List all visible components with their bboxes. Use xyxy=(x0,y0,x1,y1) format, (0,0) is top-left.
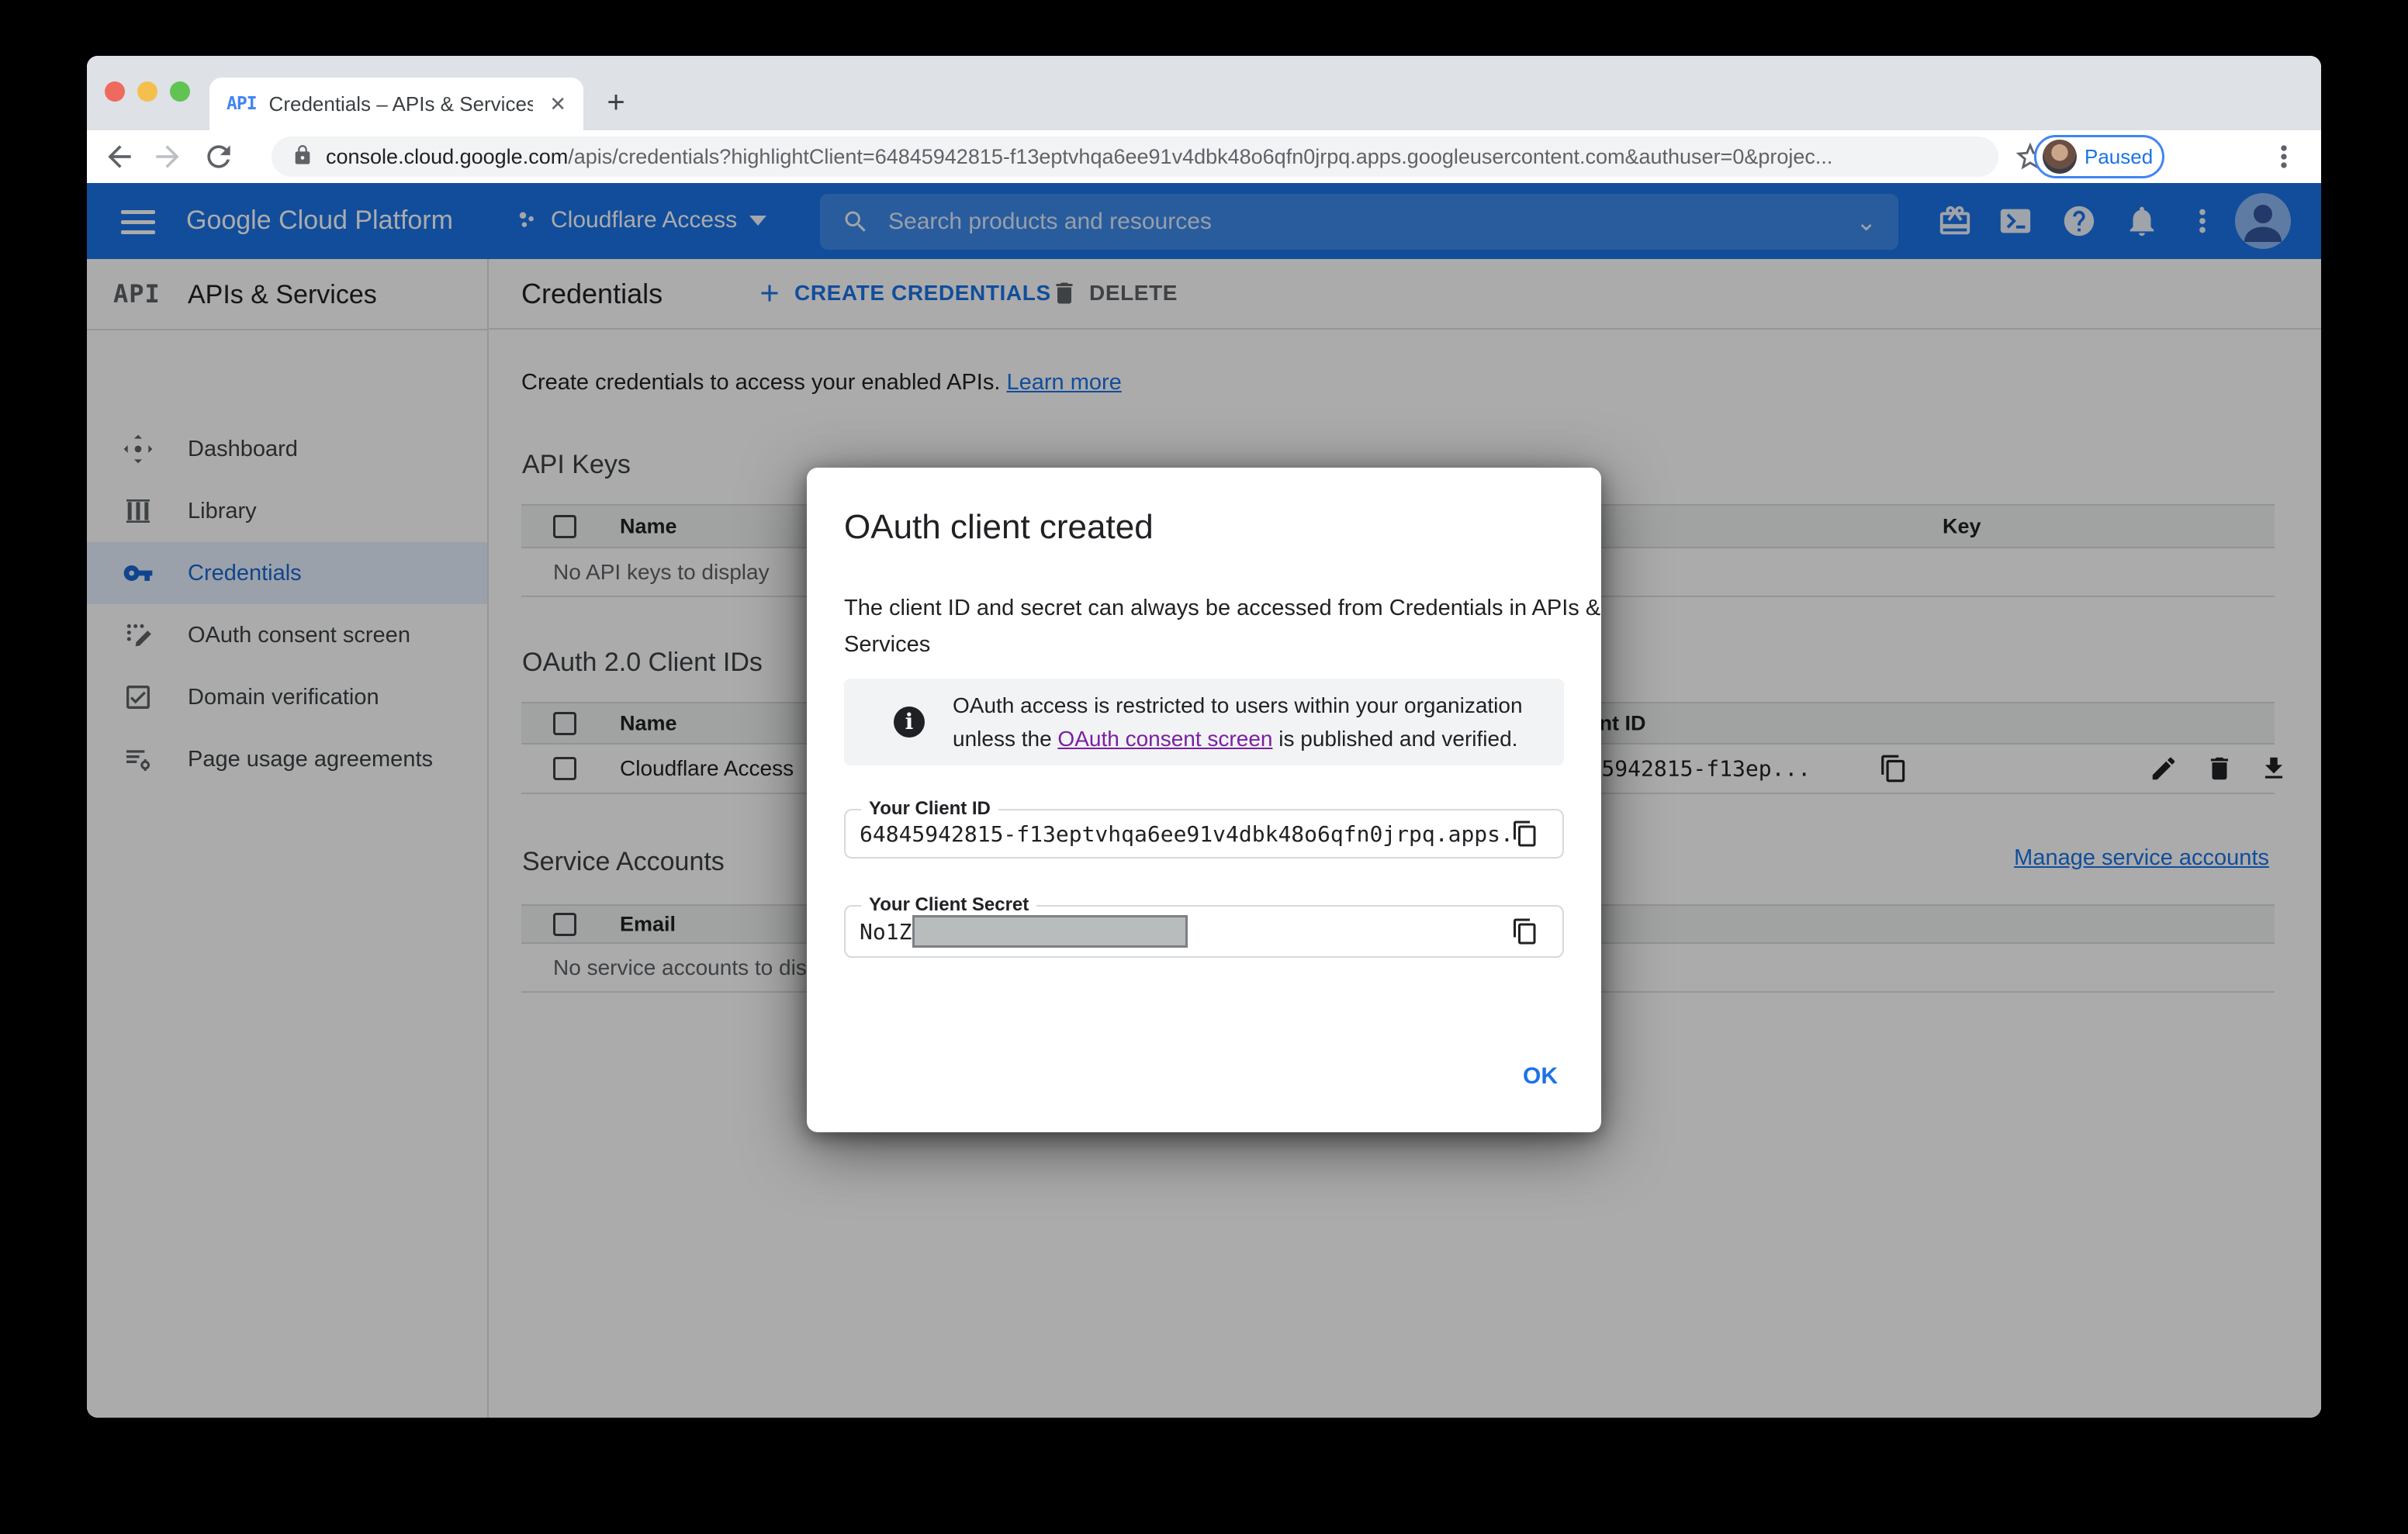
browser-toolbar: console.cloud.google.com/apis/credential… xyxy=(87,130,2321,183)
tab-title: Credentials – APIs & Services – xyxy=(268,92,533,116)
tab-favicon: API xyxy=(227,94,258,114)
ok-button[interactable]: OK xyxy=(1523,1063,1558,1090)
page-viewport: Google Cloud Platform Cloudflare Access … xyxy=(87,183,2321,1418)
copy-client-id-icon[interactable] xyxy=(1511,820,1539,848)
url-text: console.cloud.google.com/apis/credential… xyxy=(326,145,1832,169)
lock-icon xyxy=(292,144,313,170)
forward-icon[interactable] xyxy=(150,140,185,174)
dialog-body-line1: The client ID and secret can always be a… xyxy=(844,596,1601,620)
browser-menu-kebab-icon[interactable] xyxy=(2267,140,2301,174)
client-id-field[interactable]: Your Client ID 64845942815-f13eptvhqa6ee… xyxy=(844,798,1564,859)
oauth-consent-screen-link[interactable]: OAuth consent screen xyxy=(1057,727,1272,751)
info-icon: i xyxy=(894,707,925,738)
screen: API Credentials – APIs & Services – ✕ + … xyxy=(0,0,2408,1534)
notice-line2-post: is published and verified. xyxy=(1272,727,1518,751)
close-window-button[interactable] xyxy=(105,81,125,102)
url-path: /apis/credentials?highlightClient=648459… xyxy=(568,144,1833,168)
copy-client-secret-icon[interactable] xyxy=(1511,917,1539,945)
tab-strip: API Credentials – APIs & Services – ✕ + xyxy=(87,56,2321,130)
notice-line1: OAuth access is restricted to users with… xyxy=(953,693,1523,717)
url-domain: console.cloud.google.com xyxy=(326,144,569,168)
client-secret-field[interactable]: Your Client Secret No1Z3 xyxy=(844,894,1564,958)
new-tab-button[interactable]: + xyxy=(599,87,633,121)
redaction-box xyxy=(912,915,1188,948)
client-id-value: 64845942815-f13eptvhqa6ee91v4dbk48o6qfn0… xyxy=(860,821,1511,847)
back-icon[interactable] xyxy=(102,140,137,174)
minimize-window-button[interactable] xyxy=(137,81,157,102)
profile-chip-label: Paused xyxy=(2085,144,2154,168)
refresh-icon[interactable] xyxy=(202,140,236,174)
oauth-client-created-dialog: OAuth client created The client ID and s… xyxy=(807,468,1601,1132)
notice-line2-pre: unless the xyxy=(953,727,1058,751)
profile-avatar xyxy=(2043,140,2077,174)
dialog-body-text: The client ID and secret can always be a… xyxy=(844,590,1600,663)
browser-tab[interactable]: API Credentials – APIs & Services – ✕ xyxy=(209,78,583,130)
tab-close-icon[interactable]: ✕ xyxy=(549,92,566,116)
profile-chip[interactable]: Paused xyxy=(2034,135,2164,178)
browser-window: API Credentials – APIs & Services – ✕ + … xyxy=(87,56,2321,1418)
url-bar[interactable]: console.cloud.google.com/apis/credential… xyxy=(272,136,1998,177)
dialog-title: OAuth client created xyxy=(844,508,1154,546)
notice-text: OAuth access is restricted to users with… xyxy=(953,689,1542,755)
zoom-window-button[interactable] xyxy=(170,81,190,102)
dialog-body-line2: Services xyxy=(844,632,931,657)
restricted-access-notice: i OAuth access is restricted to users wi… xyxy=(844,679,1564,765)
